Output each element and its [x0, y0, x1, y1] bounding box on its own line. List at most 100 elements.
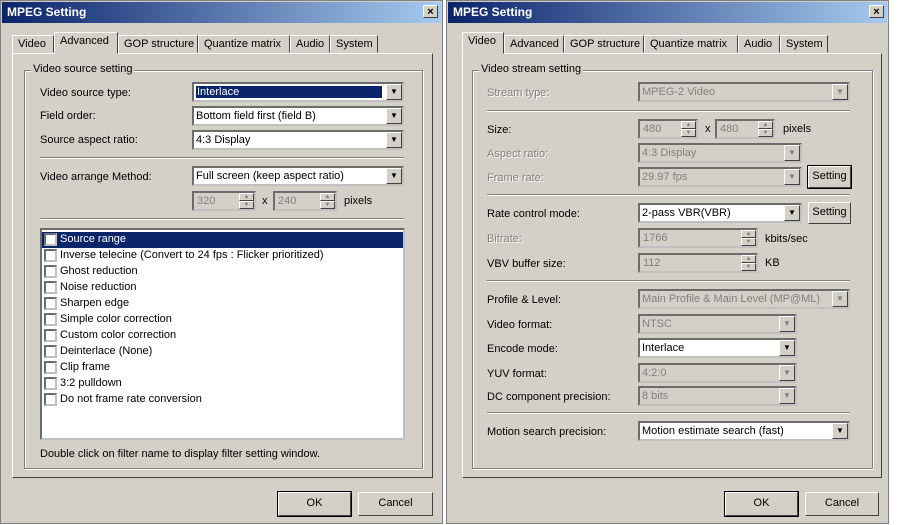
rate-control-select[interactable]: 2-pass VBR(VBR) ▼: [638, 203, 802, 223]
chevron-down-icon[interactable]: ▼: [784, 205, 800, 221]
list-item[interactable]: Deinterlace (None): [42, 344, 403, 360]
frame-rate-select[interactable]: 29.97 fps ▼: [638, 167, 802, 187]
checkbox[interactable]: [44, 377, 57, 390]
dc-precision-label: DC component precision:: [487, 391, 611, 403]
cancel-button[interactable]: Cancel: [805, 492, 879, 516]
checkbox[interactable]: [44, 233, 57, 246]
tab-gop-structure[interactable]: GOP structure: [118, 35, 198, 53]
list-item[interactable]: Simple color correction: [42, 312, 403, 328]
list-item[interactable]: Source range: [42, 232, 403, 248]
dc-precision-select[interactable]: 8 bits ▼: [638, 386, 797, 406]
field-order-select[interactable]: Bottom field first (field B) ▼: [192, 106, 404, 126]
size-width-spinner[interactable]: 480 ▲ ▼: [638, 119, 698, 139]
arrange-method-select[interactable]: Full screen (keep aspect ratio) ▼: [192, 166, 404, 186]
chevron-down-icon[interactable]: ▼: [779, 316, 795, 332]
chevron-down-icon[interactable]: ▼: [386, 132, 402, 148]
width-spinner[interactable]: 320 ▲ ▼: [192, 191, 256, 211]
chevron-down-icon[interactable]: ▼: [832, 84, 848, 100]
spin-down-icon[interactable]: ▼: [681, 129, 696, 137]
chevron-down-icon[interactable]: ▼: [386, 108, 402, 124]
checkbox[interactable]: [44, 281, 57, 294]
separator: [40, 218, 404, 220]
tab-quantize-matrix[interactable]: Quantize matrix: [198, 35, 290, 53]
checkbox[interactable]: [44, 265, 57, 278]
stream-type-select[interactable]: MPEG-2 Video ▼: [638, 82, 850, 102]
arrange-method-label: Video arrange Method:: [40, 171, 152, 183]
aspect-ratio-select[interactable]: 4:3 Display ▼: [638, 143, 802, 163]
video-format-select[interactable]: NTSC ▼: [638, 314, 797, 334]
list-item[interactable]: Inverse telecine (Convert to 24 fps : Fl…: [42, 248, 403, 264]
close-icon[interactable]: ×: [869, 5, 884, 18]
separator: [487, 412, 850, 414]
rate-control-setting-button[interactable]: Setting: [808, 202, 851, 224]
motion-search-select[interactable]: Motion estimate search (fast) ▼: [638, 421, 850, 441]
spin-down-icon[interactable]: ▼: [741, 263, 756, 271]
checkbox[interactable]: [44, 361, 57, 374]
list-item[interactable]: Noise reduction: [42, 280, 403, 296]
yuv-format-select[interactable]: 4:2:0 ▼: [638, 363, 797, 383]
ok-button[interactable]: OK: [724, 491, 799, 517]
list-item[interactable]: Sharpen edge: [42, 296, 403, 312]
bitrate-unit: kbits/sec: [765, 233, 808, 245]
spin-down-icon[interactable]: ▼: [320, 201, 335, 209]
tab-video[interactable]: Video: [462, 32, 504, 54]
checkbox[interactable]: [44, 329, 57, 342]
spin-up-icon[interactable]: ▲: [239, 193, 254, 201]
spin-up-icon[interactable]: ▲: [741, 230, 756, 238]
tab-advanced[interactable]: Advanced: [54, 32, 118, 54]
tab-advanced[interactable]: Advanced: [504, 35, 564, 53]
title-bar[interactable]: MPEG Setting ×: [2, 2, 441, 23]
title-bar[interactable]: MPEG Setting ×: [448, 2, 887, 23]
chevron-down-icon[interactable]: ▼: [784, 169, 800, 185]
tab-video[interactable]: Video: [12, 35, 54, 53]
frame-rate-value: 29.97 fps: [642, 171, 688, 183]
cancel-button[interactable]: Cancel: [358, 492, 433, 516]
spin-down-icon[interactable]: ▼: [239, 201, 254, 209]
height-spinner[interactable]: 240 ▲ ▼: [273, 191, 337, 211]
spin-up-icon[interactable]: ▲: [681, 121, 696, 129]
tab-audio[interactable]: Audio: [290, 35, 330, 53]
spin-up-icon[interactable]: ▲: [320, 193, 335, 201]
spin-down-icon[interactable]: ▼: [741, 238, 756, 246]
spin-up-icon[interactable]: ▲: [758, 121, 773, 129]
chevron-down-icon[interactable]: ▼: [779, 388, 795, 404]
chevron-down-icon[interactable]: ▼: [832, 423, 848, 439]
checkbox[interactable]: [44, 393, 57, 406]
spin-down-icon[interactable]: ▼: [758, 129, 773, 137]
list-item[interactable]: 3:2 pulldown: [42, 376, 403, 392]
tab-system[interactable]: System: [780, 35, 828, 53]
filter-list[interactable]: Source range Inverse telecine (Convert t…: [40, 228, 405, 440]
ok-button[interactable]: OK: [277, 491, 352, 517]
tab-system[interactable]: System: [330, 35, 378, 53]
encode-mode-select[interactable]: Interlace ▼: [638, 338, 797, 358]
list-item[interactable]: Ghost reduction: [42, 264, 403, 280]
close-icon[interactable]: ×: [423, 5, 438, 18]
list-item[interactable]: Clip frame: [42, 360, 403, 376]
chevron-down-icon[interactable]: ▼: [784, 145, 800, 161]
chevron-down-icon[interactable]: ▼: [779, 340, 795, 356]
checkbox[interactable]: [44, 297, 57, 310]
list-item[interactable]: Do not frame rate conversion: [42, 392, 403, 408]
source-aspect-select[interactable]: 4:3 Display ▼: [192, 130, 404, 150]
checkbox[interactable]: [44, 313, 57, 326]
chevron-down-icon[interactable]: ▼: [832, 291, 848, 307]
checkbox[interactable]: [44, 249, 57, 262]
vbv-buffer-spinner[interactable]: 112 ▲ ▼: [638, 253, 758, 273]
bitrate-spinner[interactable]: 1766 ▲ ▼: [638, 228, 758, 248]
list-item[interactable]: Custom color correction: [42, 328, 403, 344]
mpeg-setting-dialog-left: MPEG Setting × Video Advanced GOP struct…: [0, 0, 443, 524]
profile-level-select[interactable]: Main Profile & Main Level (MP@ML) ▼: [638, 289, 850, 309]
frame-rate-setting-button[interactable]: Setting: [807, 165, 852, 189]
chevron-down-icon[interactable]: ▼: [386, 168, 402, 184]
video-source-type-select[interactable]: Interlace ▼: [192, 82, 404, 102]
chevron-down-icon[interactable]: ▼: [386, 84, 402, 100]
size-height-spinner[interactable]: 480 ▲ ▼: [715, 119, 775, 139]
tab-gop-structure[interactable]: GOP structure: [564, 35, 644, 53]
checkbox[interactable]: [44, 345, 57, 358]
chevron-down-icon[interactable]: ▼: [779, 365, 795, 381]
tab-audio[interactable]: Audio: [738, 35, 780, 53]
spin-up-icon[interactable]: ▲: [741, 255, 756, 263]
tab-quantize-matrix[interactable]: Quantize matrix: [644, 35, 738, 53]
width-value: 320: [197, 195, 216, 207]
field-order-label: Field order:: [40, 110, 96, 122]
